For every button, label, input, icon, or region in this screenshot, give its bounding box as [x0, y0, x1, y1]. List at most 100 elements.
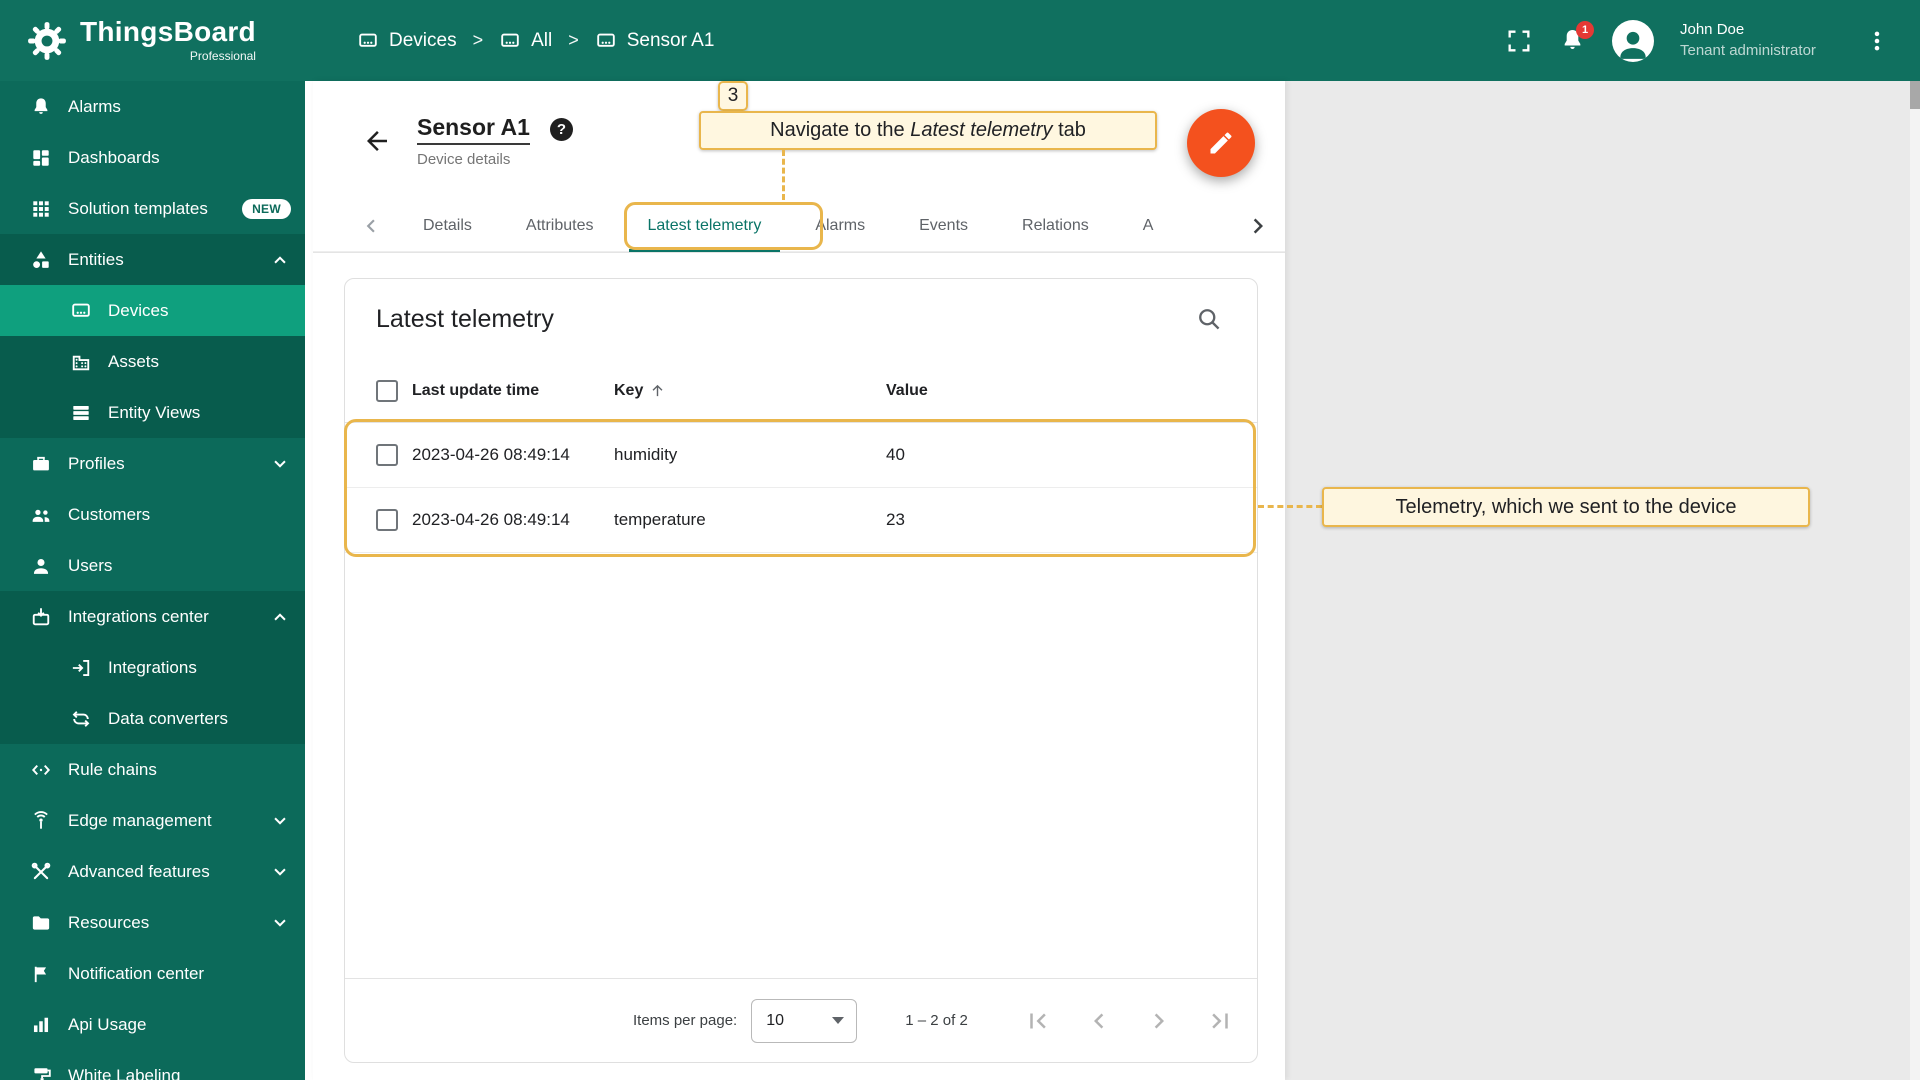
tab-attributes[interactable]: Attributes — [499, 200, 621, 252]
tabs-scroll-left-button[interactable] — [358, 213, 388, 239]
cell-key: temperature — [614, 510, 706, 529]
sidebar-item-alarms[interactable]: Alarms — [0, 81, 313, 132]
items-per-page-select[interactable]: 10 — [751, 998, 858, 1043]
page-scrollbar-thumb[interactable] — [1910, 81, 1920, 109]
sidebar-item-solution-templates[interactable]: Solution templates NEW — [0, 183, 313, 234]
sidebar-item-entity-views[interactable]: Entity Views — [0, 387, 313, 438]
chevron-left-icon — [366, 219, 375, 233]
previous-page-button[interactable] — [1084, 1006, 1114, 1036]
paint-icon — [34, 1067, 51, 1080]
folder-icon — [32, 915, 50, 930]
sidebar-item-notification-center[interactable]: Notification center — [0, 948, 313, 999]
flag-icon — [34, 966, 47, 982]
table-header-row: Last update time Key Value — [345, 359, 1257, 423]
sidebar-item-resources[interactable]: Resources — [0, 897, 313, 948]
sidebar-item-label: Entities — [68, 249, 124, 269]
sidebar-scrollbar[interactable] — [305, 81, 313, 1080]
notifications-button[interactable]: 1 — [1559, 21, 1594, 54]
grid-icon — [33, 200, 49, 217]
column-header-key[interactable]: Key — [614, 382, 886, 400]
column-header-key-label: Key — [614, 381, 644, 399]
row-checkbox[interactable] — [376, 444, 398, 466]
tab-details[interactable]: Details — [396, 200, 499, 252]
tab-audit-logs-clipped[interactable]: A — [1116, 200, 1170, 252]
device-icon — [501, 33, 519, 47]
sidebar-item-devices[interactable]: Devices — [0, 285, 313, 336]
sidebar-item-label: Assets — [108, 351, 160, 371]
next-page-button[interactable] — [1144, 1006, 1174, 1036]
sidebar-item-label: Notification center — [68, 963, 205, 983]
breadcrumb-label: All — [531, 29, 553, 51]
sort-arrow-up-icon — [652, 384, 663, 397]
sidebar-item-label: Rule chains — [68, 759, 157, 779]
help-glyph: ? — [556, 120, 566, 138]
search-button[interactable] — [1195, 305, 1223, 333]
tab-alarms[interactable]: Alarms — [788, 200, 892, 252]
sidebar-item-label: Alarms — [68, 96, 121, 116]
sidebar-item-label: Resources — [68, 912, 150, 932]
table-empty-space — [345, 553, 1257, 978]
tools-icon — [31, 862, 51, 879]
user-info: John Doe Tenant administrator — [1680, 20, 1838, 61]
paginator-range: 1 – 2 of 2 — [905, 1012, 968, 1029]
sidebar-item-data-converters[interactable]: Data converters — [0, 693, 313, 744]
table-row-humidity[interactable]: 2023-04-26 08:49:14 humidity 40 — [345, 423, 1257, 488]
breadcrumb-item-all[interactable]: All — [499, 30, 552, 52]
annotation-dashed-line-vertical — [782, 150, 785, 200]
sidebar-item-dashboards[interactable]: Dashboards — [0, 132, 313, 183]
annotation-dashed-line-horizontal — [1258, 505, 1322, 508]
first-page-button[interactable] — [1024, 1006, 1054, 1036]
title-wrap: Sensor A1 Device details ? — [417, 114, 573, 168]
title-block: Sensor A1 Device details — [417, 114, 530, 168]
tab-events[interactable]: Events — [892, 200, 995, 252]
kebab-menu-button[interactable] — [1864, 28, 1890, 54]
sidebar-item-profiles[interactable]: Profiles — [0, 438, 313, 489]
sidebar-item-integrations[interactable]: Integrations — [0, 642, 313, 693]
rows-icon — [73, 405, 89, 420]
arrow-left-icon — [367, 130, 387, 151]
edit-fab-button[interactable] — [1187, 109, 1255, 177]
tabs-scroll-right-button[interactable] — [1243, 211, 1273, 241]
column-header-value[interactable]: Value — [886, 382, 1257, 400]
sidebar-item-entities[interactable]: Entities — [0, 234, 313, 285]
page-scrollbar[interactable] — [1910, 81, 1920, 1080]
row-checkbox[interactable] — [376, 509, 398, 531]
avatar[interactable] — [1612, 19, 1654, 62]
chevron-down-icon — [269, 810, 291, 832]
top-bar: ThingsBoard Professional Devices > All >… — [0, 0, 1920, 81]
user-name: John Doe — [1680, 21, 1745, 39]
body: Alarms Dashboards Solution templates NEW… — [0, 81, 1920, 1080]
sidebar-item-integrations-center[interactable]: Integrations center — [0, 591, 313, 642]
tab-relations[interactable]: Relations — [995, 200, 1116, 252]
tab-latest-telemetry[interactable]: Latest telemetry — [621, 200, 789, 252]
breadcrumb-item-sensor-a1[interactable]: Sensor A1 — [595, 30, 714, 52]
breadcrumb-item-devices[interactable]: Devices — [357, 30, 457, 52]
transform-icon — [72, 710, 90, 727]
column-header-last-update-time[interactable]: Last update time — [412, 382, 614, 400]
sidebar-item-users[interactable]: Users — [0, 540, 313, 591]
back-button[interactable] — [359, 123, 395, 159]
sidebar-item-advanced-features[interactable]: Advanced features — [0, 846, 313, 897]
select-all-checkbox[interactable] — [376, 379, 398, 402]
help-button[interactable]: ? — [549, 117, 573, 141]
sidebar-item-rule-chains[interactable]: Rule chains — [0, 744, 313, 795]
sidebar-item-label: Dashboards — [68, 147, 160, 167]
last-page-button[interactable] — [1204, 1006, 1234, 1036]
cell-key: humidity — [614, 445, 678, 464]
sidebar-item-label: Data converters — [108, 708, 228, 728]
sidebar-item-label: Solution templates — [68, 198, 208, 218]
chevron-right-icon — [1253, 218, 1263, 234]
briefcase-icon — [33, 456, 49, 470]
annotation-step-callout: Navigate to the Latest telemetry tab — [699, 111, 1157, 150]
page-subtitle: Device details — [417, 150, 511, 168]
cell-time: 2023-04-26 08:49:14 — [412, 445, 570, 464]
sidebar-item-edge-management[interactable]: Edge management — [0, 795, 313, 846]
sidebar-item-customers[interactable]: Customers — [0, 489, 313, 540]
sidebar-item-white-labeling[interactable]: White Labeling — [0, 1050, 313, 1080]
sidebar-item-api-usage[interactable]: Api Usage — [0, 999, 313, 1050]
sidebar-item-assets[interactable]: Assets — [0, 336, 313, 387]
fullscreen-button[interactable] — [1505, 27, 1533, 55]
sidebar: Alarms Dashboards Solution templates NEW… — [0, 81, 313, 1080]
table-row-temperature[interactable]: 2023-04-26 08:49:14 temperature 23 — [345, 488, 1257, 553]
paginator: Items per page: 10 1 – 2 of 2 — [345, 978, 1257, 1062]
